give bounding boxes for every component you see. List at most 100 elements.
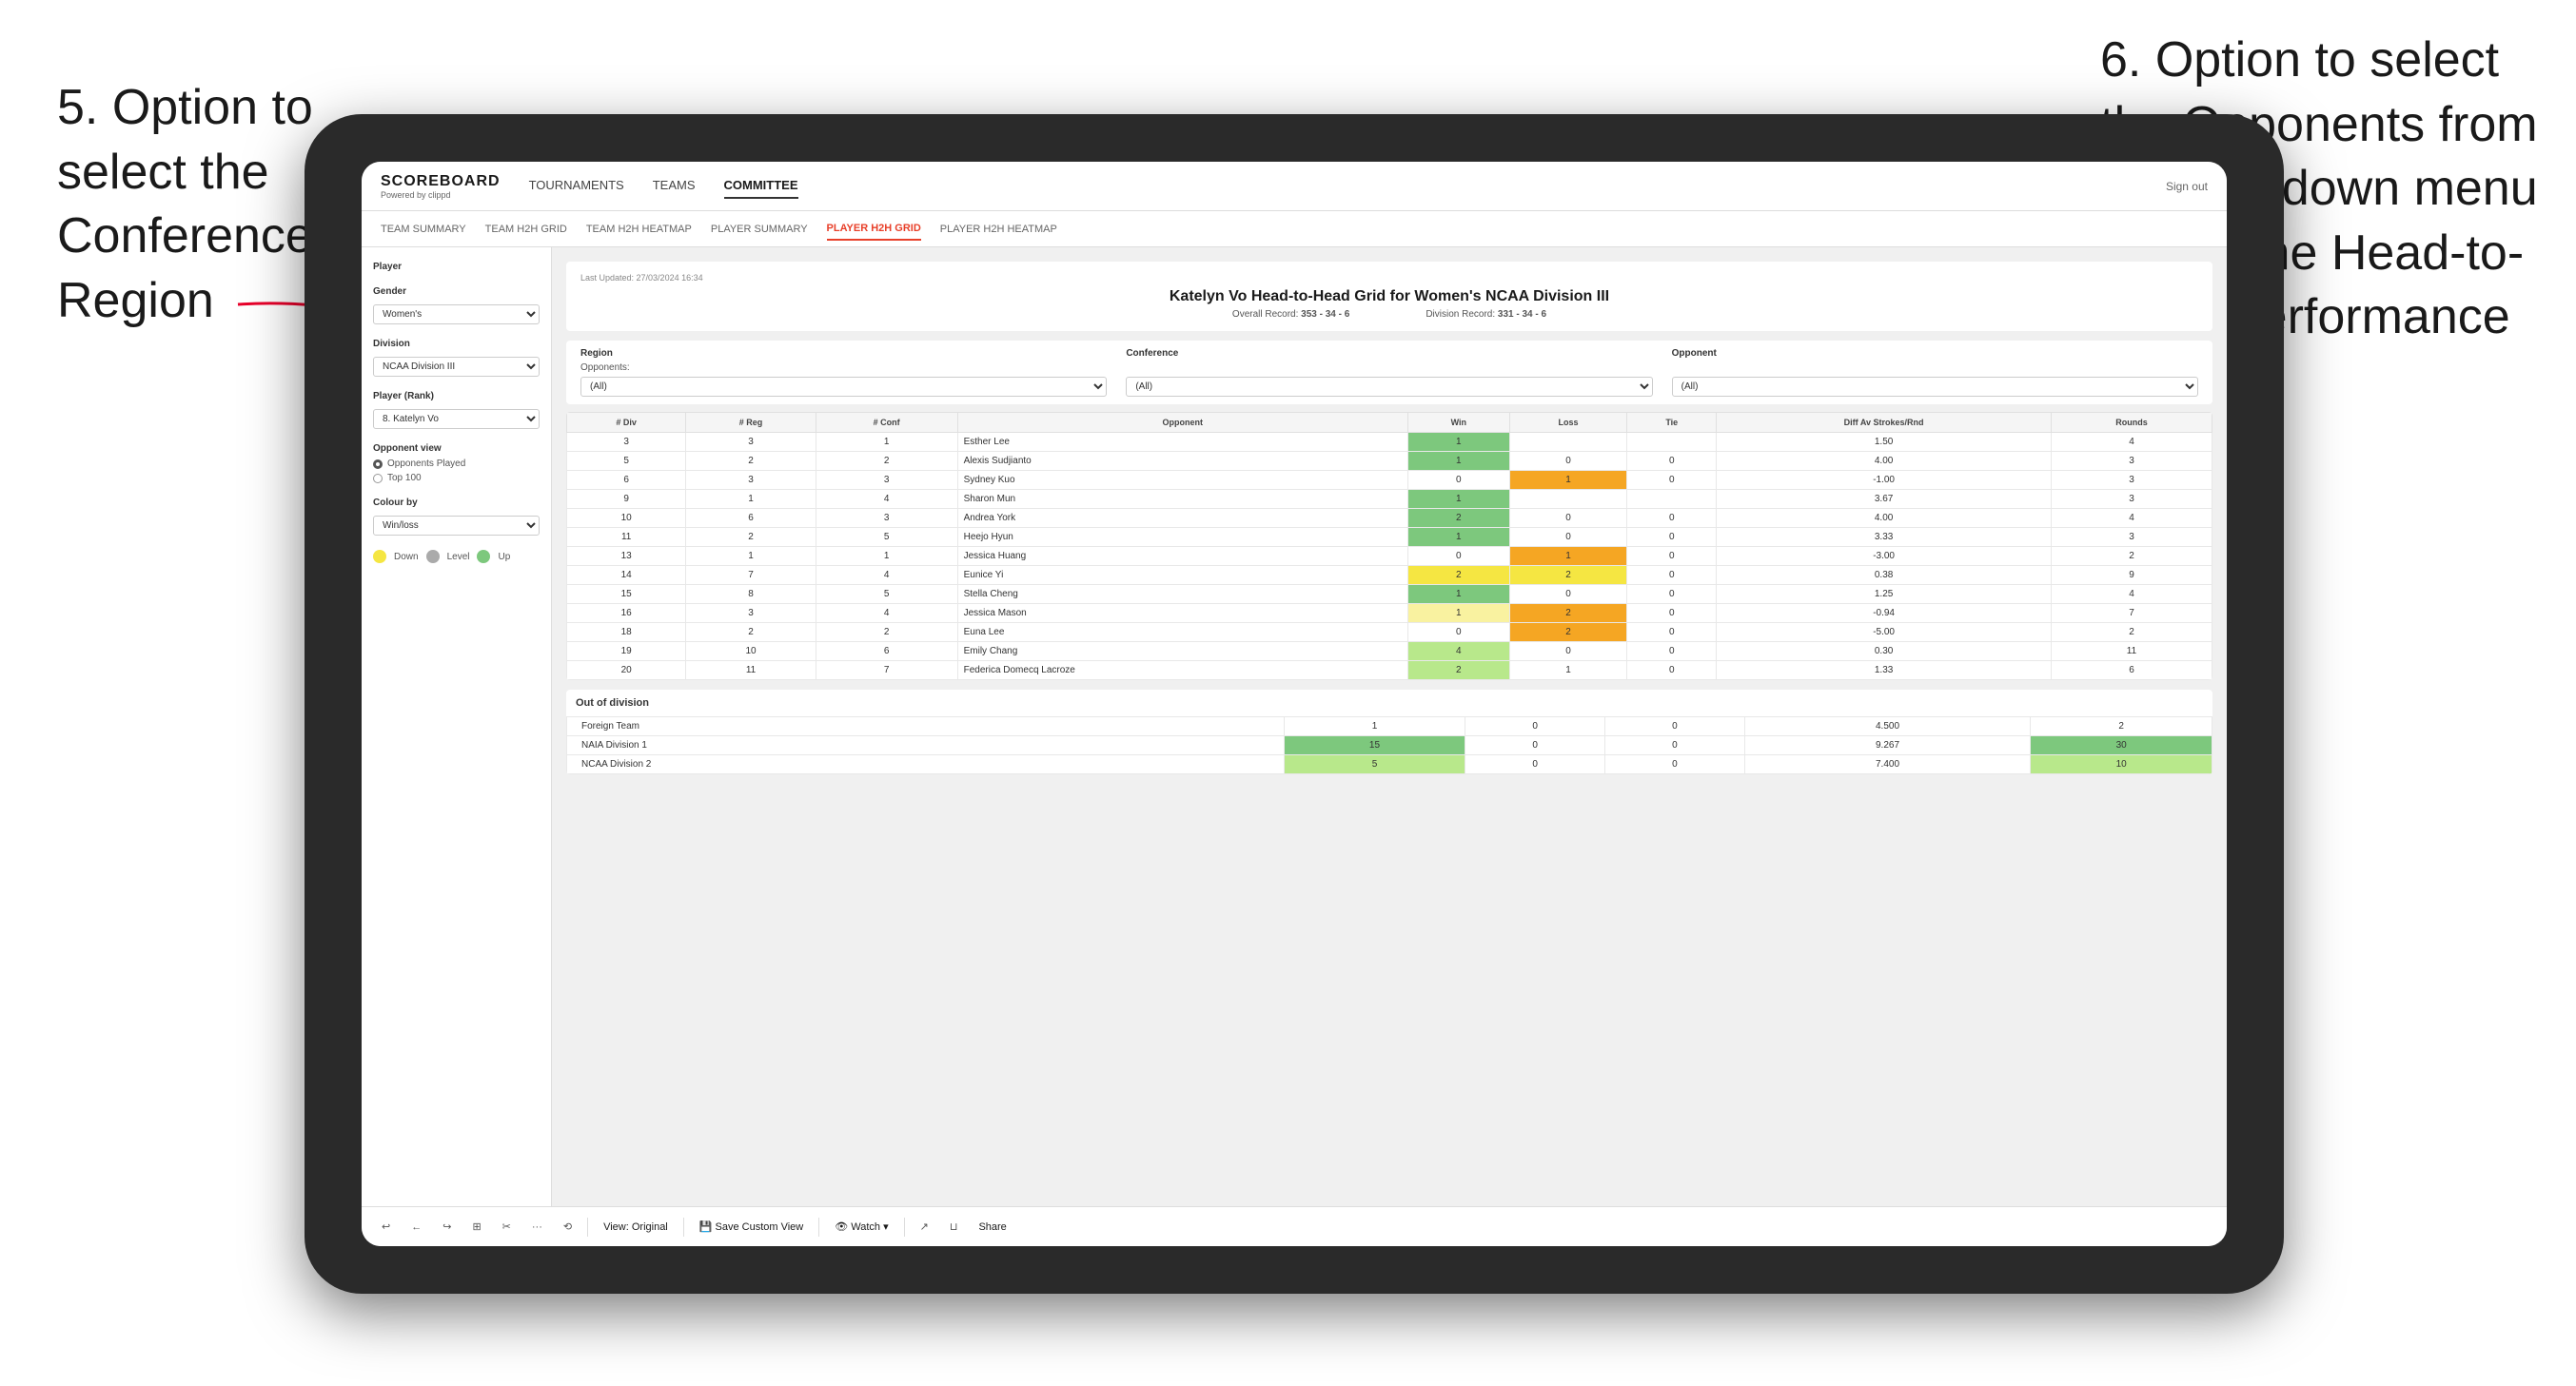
cell-div: 14 <box>567 566 686 585</box>
cell-name: Sydney Kuo <box>957 471 1407 490</box>
cell-loss <box>1509 433 1627 452</box>
gender-label: Gender <box>373 286 540 297</box>
conference-select[interactable]: (All) <box>1126 377 1652 397</box>
cell-name: Euna Lee <box>957 623 1407 642</box>
toolbar-undo[interactable]: ↩ <box>376 1218 396 1236</box>
sub-nav-team-h2h-grid[interactable]: TEAM H2H GRID <box>485 219 567 240</box>
cell-reg: 2 <box>686 528 816 547</box>
ood-cell-win: 5 <box>1284 755 1465 774</box>
cell-win: 1 <box>1407 433 1509 452</box>
nav-sign-out[interactable]: Sign out <box>2166 180 2208 193</box>
player-label: Player <box>373 262 540 272</box>
cell-conf: 4 <box>816 604 957 623</box>
cell-conf: 2 <box>816 623 957 642</box>
ood-cell-loss: 0 <box>1465 755 1605 774</box>
legend-dot-up <box>477 550 490 563</box>
sub-nav-player-h2h-grid[interactable]: PLAYER H2H GRID <box>827 218 921 241</box>
cell-conf: 3 <box>816 509 957 528</box>
player-rank-label: Player (Rank) <box>373 391 540 401</box>
toolbar-refresh[interactable]: ⟲ <box>558 1218 578 1236</box>
cell-rounds: 6 <box>2052 661 2212 680</box>
cell-name: Andrea York <box>957 509 1407 528</box>
gender-select[interactable]: Women's Men's <box>373 304 540 324</box>
ood-cell-tie: 0 <box>1605 755 1745 774</box>
cell-diff: 1.25 <box>1717 585 2052 604</box>
sub-nav-player-h2h-heatmap[interactable]: PLAYER H2H HEATMAP <box>940 219 1057 240</box>
division-section: Division NCAA Division III NCAA Division… <box>373 339 540 377</box>
left-panel: Player Gender Women's Men's Division NCA… <box>362 247 552 1206</box>
division-label: Division <box>373 339 540 349</box>
tablet-screen: SCOREBOARD Powered by clippd TOURNAMENTS… <box>362 162 2227 1246</box>
toolbar-share[interactable]: Share <box>973 1219 1012 1236</box>
player-section: Player <box>373 262 540 272</box>
toolbar-back[interactable]: ← <box>405 1219 427 1236</box>
content-header: Last Updated: 27/03/2024 16:34 Katelyn V… <box>566 262 2212 331</box>
ood-row: NAIA Division 1 15 0 0 9.267 30 <box>567 736 2212 755</box>
table-row: 10 6 3 Andrea York 2 0 0 4.00 4 <box>567 509 2212 528</box>
nav-teams[interactable]: TEAMS <box>653 173 696 199</box>
ood-table: Foreign Team 1 0 0 4.500 2 NAIA Division… <box>566 716 2212 774</box>
cell-diff: 3.33 <box>1717 528 2052 547</box>
ood-cell-name: NCAA Division 2 <box>567 755 1285 774</box>
sub-nav-player-summary[interactable]: PLAYER SUMMARY <box>711 219 808 240</box>
nav-committee[interactable]: COMMITTEE <box>724 173 798 199</box>
ood-row: Foreign Team 1 0 0 4.500 2 <box>567 717 2212 736</box>
table-row: 6 3 3 Sydney Kuo 0 1 0 -1.00 3 <box>567 471 2212 490</box>
cell-loss: 2 <box>1509 566 1627 585</box>
th-tie: Tie <box>1627 413 1717 433</box>
radio-label-opponents: Opponents Played <box>387 459 465 469</box>
toolbar-layout[interactable]: ⊔ <box>944 1218 964 1236</box>
ood-cell-win: 1 <box>1284 717 1465 736</box>
cell-loss: 2 <box>1509 604 1627 623</box>
toolbar-ellipsis[interactable]: ··· <box>526 1219 548 1236</box>
cell-diff: -0.94 <box>1717 604 2052 623</box>
division-record: Division Record: 331 - 34 - 6 <box>1426 309 1546 320</box>
toolbar-grid[interactable]: ⊞ <box>466 1218 486 1236</box>
tablet-device: SCOREBOARD Powered by clippd TOURNAMENTS… <box>305 114 2284 1294</box>
radio-opponents-played[interactable]: Opponents Played <box>373 459 540 469</box>
player-rank-section: Player (Rank) 8. Katelyn Vo <box>373 391 540 429</box>
cell-conf: 4 <box>816 566 957 585</box>
division-record-value: 331 - 34 - 6 <box>1498 309 1546 320</box>
overall-record: Overall Record: 353 - 34 - 6 <box>1232 309 1349 320</box>
radio-label-top100: Top 100 <box>387 473 422 483</box>
ood-cell-tie: 0 <box>1605 736 1745 755</box>
table-row: 3 3 1 Esther Lee 1 1.50 4 <box>567 433 2212 452</box>
player-rank-select[interactable]: 8. Katelyn Vo <box>373 409 540 429</box>
scoreboard-logo: SCOREBOARD Powered by clippd <box>381 173 501 200</box>
opponent-select[interactable]: (All) <box>1672 377 2198 397</box>
cell-loss: 1 <box>1509 471 1627 490</box>
opponents-label: Opponents: <box>580 362 2198 373</box>
toolbar-view-original[interactable]: View: Original <box>598 1219 674 1236</box>
table-row: 20 11 7 Federica Domecq Lacroze 2 1 0 1.… <box>567 661 2212 680</box>
toolbar-save-custom-view[interactable]: 💾 Save Custom View <box>694 1218 809 1236</box>
logo-sub: Powered by clippd <box>381 190 501 200</box>
toolbar-export[interactable]: ↗ <box>914 1218 934 1236</box>
table-row: 18 2 2 Euna Lee 0 2 0 -5.00 2 <box>567 623 2212 642</box>
cell-win: 1 <box>1407 604 1509 623</box>
sub-nav-team-summary[interactable]: TEAM SUMMARY <box>381 219 466 240</box>
cell-reg: 1 <box>686 490 816 509</box>
toolbar-watch[interactable]: 👁 Watch ▾ <box>829 1218 894 1236</box>
legend-dot-level <box>426 550 440 563</box>
sub-nav-team-h2h-heatmap[interactable]: TEAM H2H HEATMAP <box>586 219 692 240</box>
region-select[interactable]: (All) <box>580 377 1107 397</box>
filter-col-region: Region <box>580 348 1107 359</box>
toolbar-redo[interactable]: ↪ <box>437 1218 457 1236</box>
ood-cell-name: NAIA Division 1 <box>567 736 1285 755</box>
cell-win: 0 <box>1407 471 1509 490</box>
cell-conf: 5 <box>816 585 957 604</box>
division-select[interactable]: NCAA Division III NCAA Division I NCAA D… <box>373 357 540 377</box>
toolbar-cut[interactable]: ✂ <box>497 1218 517 1236</box>
nav-tournaments[interactable]: TOURNAMENTS <box>529 173 624 199</box>
overall-record-label: Overall Record: <box>1232 309 1298 320</box>
cell-name: Emily Chang <box>957 642 1407 661</box>
cell-conf: 3 <box>816 471 957 490</box>
cell-div: 18 <box>567 623 686 642</box>
colour-by-select[interactable]: Win/loss <box>373 516 540 536</box>
cell-rounds: 4 <box>2052 509 2212 528</box>
radio-top100[interactable]: Top 100 <box>373 473 540 483</box>
overall-record-value: 353 - 34 - 6 <box>1301 309 1349 320</box>
cell-conf: 4 <box>816 490 957 509</box>
cell-rounds: 4 <box>2052 433 2212 452</box>
